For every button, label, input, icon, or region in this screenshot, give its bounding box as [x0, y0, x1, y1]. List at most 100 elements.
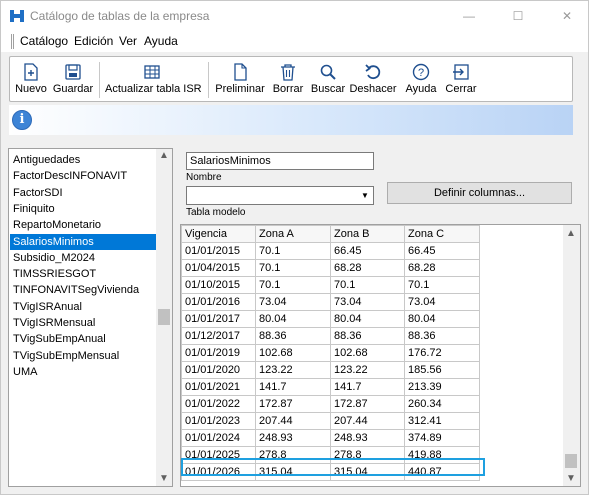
table-cell[interactable]: 123.22 [330, 361, 405, 379]
table-cell[interactable]: 66.45 [330, 242, 405, 260]
table-row[interactable]: 01/01/2016 73.04 73.04 73.04 [181, 293, 480, 311]
table-cell[interactable]: 213.39 [404, 378, 480, 396]
table-cell[interactable]: 102.68 [330, 344, 405, 362]
minimize-icon[interactable]: — [459, 7, 479, 25]
table-cell[interactable]: 01/01/2022 [181, 395, 256, 413]
list-item[interactable]: RepartoMonetario [10, 217, 157, 233]
undo-button[interactable]: Deshacer [349, 63, 397, 101]
table-cell[interactable]: 01/04/2015 [181, 259, 256, 277]
table-cell[interactable]: 207.44 [255, 412, 331, 430]
table-cell[interactable]: 01/01/2024 [181, 429, 256, 447]
table-cell[interactable]: 01/01/2025 [181, 446, 256, 464]
menu-edicion[interactable]: Edición [74, 34, 113, 48]
scroll-down-icon[interactable]: ▼ [156, 472, 172, 486]
column-header[interactable]: Vigencia [181, 225, 256, 243]
scroll-up-icon[interactable]: ▲ [563, 227, 579, 241]
list-item[interactable]: TVigSubEmpMensual [10, 348, 157, 364]
list-item[interactable]: SalariosMinimos [10, 233, 157, 250]
menu-ayuda[interactable]: Ayuda [144, 34, 178, 48]
update-isr-table-button[interactable]: Actualizar tabla ISR [105, 63, 202, 101]
table-cell[interactable]: 68.28 [330, 259, 405, 277]
table-row[interactable]: 01/01/2017 80.04 80.04 80.04 [181, 310, 480, 328]
table-cell[interactable]: 176.72 [404, 344, 480, 362]
table-row[interactable]: 01/10/2015 70.1 70.1 70.1 [181, 276, 480, 294]
table-cell[interactable]: 01/01/2026 [181, 463, 256, 481]
list-item[interactable]: Antiguedades [10, 152, 157, 168]
table-cell[interactable]: 88.36 [255, 327, 331, 345]
help-button[interactable]: ? Ayuda [403, 63, 439, 101]
menu-catalogo[interactable]: Catálogo [20, 34, 68, 48]
maximize-icon[interactable]: ☐ [508, 7, 528, 25]
define-columns-button[interactable]: Definir columnas... [387, 182, 572, 204]
table-cell[interactable]: 207.44 [330, 412, 405, 430]
search-button[interactable]: Buscar [310, 63, 346, 101]
table-cell[interactable]: 73.04 [255, 293, 331, 311]
list-scrollbar[interactable]: ▲ ▼ [156, 149, 172, 486]
table-cell[interactable]: 102.68 [255, 344, 331, 362]
preview-button[interactable]: Preliminar [215, 63, 265, 101]
table-cell[interactable]: 70.1 [255, 259, 331, 277]
list-item[interactable]: Subsidio_M2024 [10, 250, 157, 266]
save-button[interactable]: Guardar [50, 63, 96, 101]
delete-button[interactable]: Borrar [270, 63, 306, 101]
table-row[interactable]: 01/01/2026 315.04 315.04 440.87 [181, 463, 480, 481]
table-cell[interactable]: 88.36 [330, 327, 405, 345]
list-item[interactable]: TVigISRAnual [10, 299, 157, 315]
table-cell[interactable]: 01/10/2015 [181, 276, 256, 294]
scroll-down-icon[interactable]: ▼ [563, 472, 579, 486]
table-cell[interactable]: 01/01/2021 [181, 378, 256, 396]
table-cell[interactable]: 440.87 [404, 463, 480, 481]
column-header[interactable]: Zona A [255, 225, 331, 243]
table-row[interactable]: 01/01/2015 70.1 66.45 66.45 [181, 242, 480, 260]
column-header[interactable]: Zona B [330, 225, 405, 243]
list-item[interactable]: FactorDescINFONAVIT [10, 168, 157, 184]
table-name-input[interactable] [186, 152, 374, 170]
scroll-thumb[interactable] [565, 454, 577, 468]
list-item[interactable]: Finiquito [10, 201, 157, 217]
table-cell[interactable]: 70.1 [255, 242, 331, 260]
column-header[interactable]: Zona C [404, 225, 480, 243]
table-cell[interactable]: 374.89 [404, 429, 480, 447]
table-cell[interactable]: 70.1 [330, 276, 405, 294]
table-cell[interactable]: 123.22 [255, 361, 331, 379]
table-cell[interactable]: 66.45 [404, 242, 480, 260]
table-cell[interactable]: 70.1 [255, 276, 331, 294]
list-item[interactable]: TVigSubEmpAnual [10, 331, 157, 347]
list-item[interactable]: TVigISRMensual [10, 315, 157, 331]
table-cell[interactable]: 73.04 [330, 293, 405, 311]
grid-scrollbar[interactable]: ▲ ▼ [563, 225, 580, 486]
table-cell[interactable]: 80.04 [330, 310, 405, 328]
table-cell[interactable]: 68.28 [404, 259, 480, 277]
table-cell[interactable]: 80.04 [255, 310, 331, 328]
table-cell[interactable]: 248.93 [330, 429, 405, 447]
table-cell[interactable]: 185.56 [404, 361, 480, 379]
model-table-select[interactable]: ▼ [186, 186, 374, 205]
table-row[interactable]: 01/01/2023 207.44 207.44 312.41 [181, 412, 480, 430]
list-item[interactable]: TINFONAVITSegVivienda [10, 282, 157, 298]
table-cell[interactable]: 141.7 [330, 378, 405, 396]
table-cell[interactable]: 01/12/2017 [181, 327, 256, 345]
menu-ver[interactable]: Ver [119, 34, 137, 48]
scroll-thumb[interactable] [158, 309, 170, 325]
table-row[interactable]: 01/01/2022 172.87 172.87 260.34 [181, 395, 480, 413]
new-button[interactable]: Nuevo [13, 63, 49, 101]
table-cell[interactable]: 419.88 [404, 446, 480, 464]
table-row[interactable]: 01/01/2020 123.22 123.22 185.56 [181, 361, 480, 379]
table-cell[interactable]: 80.04 [404, 310, 480, 328]
table-row[interactable]: 01/01/2024 248.93 248.93 374.89 [181, 429, 480, 447]
table-row[interactable]: 01/01/2021 141.7 141.7 213.39 [181, 378, 480, 396]
table-row[interactable]: 01/04/2015 70.1 68.28 68.28 [181, 259, 480, 277]
list-item[interactable]: UMA [10, 364, 157, 380]
table-cell[interactable]: 70.1 [404, 276, 480, 294]
table-row[interactable]: 01/12/2017 88.36 88.36 88.36 [181, 327, 480, 345]
table-row[interactable]: 01/01/2019 102.68 102.68 176.72 [181, 344, 480, 362]
close-button[interactable]: Cerrar [443, 63, 479, 101]
table-cell[interactable]: 315.04 [255, 463, 331, 481]
table-cell[interactable]: 01/01/2015 [181, 242, 256, 260]
table-cell[interactable]: 315.04 [330, 463, 405, 481]
table-cell[interactable]: 01/01/2017 [181, 310, 256, 328]
list-item[interactable]: FactorSDI [10, 185, 157, 201]
table-cell[interactable]: 248.93 [255, 429, 331, 447]
list-item[interactable]: TIMSSRIESGOT [10, 266, 157, 282]
table-cell[interactable]: 312.41 [404, 412, 480, 430]
